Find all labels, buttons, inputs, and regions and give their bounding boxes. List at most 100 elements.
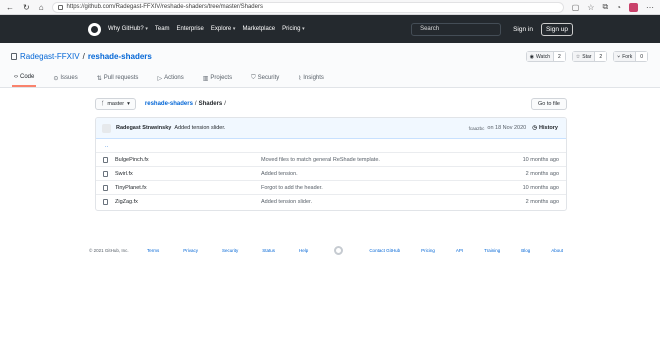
page-footer: © 2021 GitHub, Inc. Terms Privacy Securi… xyxy=(89,246,573,255)
search-input[interactable]: Search xyxy=(411,22,502,36)
repo-name-link[interactable]: reshade-shaders xyxy=(88,52,152,61)
file-list: Radegast Strawinsky Added tension slider… xyxy=(95,117,567,211)
fork-label: Fork xyxy=(622,53,633,60)
tab-pull-requests[interactable]: ⇅ Pull requests xyxy=(95,74,141,87)
fork-icon: ⑂ xyxy=(617,53,621,60)
nav-label: Why GitHub? xyxy=(108,26,144,32)
github-header: Why GitHub? ▾ Team Enterprise Explore ▾ … xyxy=(0,15,660,43)
fork-count: 0 xyxy=(636,52,647,61)
footer-link-pricing[interactable]: Pricing xyxy=(421,248,435,253)
branch-select[interactable]: ᚴ master ▾ xyxy=(95,98,136,110)
commit-hash[interactable]: fcaa2bc xyxy=(469,126,485,131)
nav-label: Explore xyxy=(210,26,232,32)
home-icon[interactable]: ⌂ xyxy=(39,3,44,12)
footer-link-security[interactable]: Security xyxy=(222,248,238,253)
tab-label: Issues xyxy=(60,75,78,81)
avatar[interactable] xyxy=(102,123,111,133)
footer-link-terms[interactable]: Terms xyxy=(147,248,159,253)
nav-enterprise[interactable]: Enterprise xyxy=(177,26,204,32)
footer-link-training[interactable]: Training xyxy=(484,248,500,253)
file-commit-message[interactable]: Forgot to add the header. xyxy=(261,185,509,191)
repo-tabs: ‹› Code ⊙ Issues ⇅ Pull requests ▷ Actions ▥… xyxy=(12,74,326,87)
file-icon xyxy=(103,170,108,177)
graph-icon: ⌇ xyxy=(298,75,302,82)
signin-link[interactable]: Sign in xyxy=(513,26,533,33)
star-icon: ☆ xyxy=(575,53,581,60)
tab-code[interactable]: ‹› Code xyxy=(12,74,37,87)
footer-link-status[interactable]: Status xyxy=(262,248,275,253)
chevron-down-icon: ▾ xyxy=(232,26,236,32)
tab-actions[interactable]: ▷ Actions xyxy=(155,74,185,87)
branch-icon: ᚴ xyxy=(101,101,105,107)
nav-explore[interactable]: Explore ▾ xyxy=(211,26,236,32)
file-name-link[interactable]: TinyPlanet.fx xyxy=(115,185,261,191)
file-name-link[interactable]: ZigZag.fx xyxy=(115,199,261,205)
fork-button[interactable]: ⑂ Fork 0 xyxy=(613,51,648,62)
table-row: Swirl.fx Added tension. 2 months ago xyxy=(96,167,566,181)
tab-insights[interactable]: ⌇ Insights xyxy=(296,74,326,87)
nav-marketplace[interactable]: Marketplace xyxy=(242,26,275,32)
nav-label: Pricing xyxy=(282,26,301,32)
table-row: TinyPlanet.fx Forgot to add the header. … xyxy=(96,181,566,195)
repo-owner-link[interactable]: Radegast-FFXIV xyxy=(20,52,80,61)
file-age: 2 months ago xyxy=(525,199,559,205)
table-row: BulgePinch.fx Moved files to match gener… xyxy=(96,153,566,167)
tab-projects[interactable]: ▥ Projects xyxy=(201,74,234,87)
extension-icon[interactable] xyxy=(629,2,638,12)
repo-separator: / xyxy=(82,52,85,61)
star-count: 2 xyxy=(595,52,607,61)
file-commit-message[interactable]: Moved files to match general ReShade tem… xyxy=(261,157,509,163)
tab-security[interactable]: ⛉ Security xyxy=(249,74,281,87)
file-commit-message[interactable]: Added tension. xyxy=(261,171,509,177)
watch-button[interactable]: ◉ Watch 2 xyxy=(525,51,566,62)
repo-header: Radegast-FFXIV / reshade-shaders ◉ Watch … xyxy=(0,43,660,88)
footer-link-about[interactable]: About xyxy=(551,248,563,253)
history-link[interactable]: ◷ History xyxy=(532,125,558,131)
footer-link-contact[interactable]: Contact GitHub xyxy=(369,248,400,253)
parent-dir-row[interactable]: .. xyxy=(96,139,566,153)
back-icon[interactable]: ← xyxy=(6,3,14,12)
table-row: ZigZag.fx Added tension slider. 2 months… xyxy=(96,195,566,209)
tabs-icon[interactable]: ▢ xyxy=(572,3,580,12)
go-to-file-button[interactable]: Go to file xyxy=(530,98,567,110)
watch-label: Watch xyxy=(536,53,550,60)
nav-pricing[interactable]: Pricing ▾ xyxy=(282,26,305,32)
code-icon: ‹› xyxy=(14,74,18,80)
parent-dir-link[interactable]: .. xyxy=(103,143,108,149)
favorite-icon[interactable]: ☆ xyxy=(587,3,594,12)
watch-count: 2 xyxy=(553,52,565,61)
address-bar[interactable]: https://github.com/Radegast-FFXIV/reshad… xyxy=(51,1,564,13)
file-icon xyxy=(103,156,108,163)
more-icon[interactable]: ⋯ xyxy=(646,3,654,12)
file-name-link[interactable]: Swirl.fx xyxy=(115,171,261,177)
tab-label: Projects xyxy=(210,75,233,81)
collections-icon[interactable]: ⧉ xyxy=(602,2,608,12)
chevron-down-icon: ▾ xyxy=(127,101,130,107)
commit-author[interactable]: Radegast Strawinsky xyxy=(116,125,171,131)
breadcrumb-trailing-separator: / xyxy=(224,101,226,107)
github-logo-icon[interactable] xyxy=(88,22,101,36)
github-mark-icon[interactable] xyxy=(334,246,344,255)
footer-link-blog[interactable]: Blog xyxy=(521,248,530,253)
file-name-link[interactable]: BulgePinch.fx xyxy=(115,157,261,163)
file-icon xyxy=(103,184,108,191)
breadcrumb-repo-link[interactable]: reshade-shaders xyxy=(145,101,193,107)
nav-why-github[interactable]: Why GitHub? ▾ xyxy=(108,26,148,32)
reload-icon[interactable]: ↻ xyxy=(23,3,30,12)
file-age: 10 months ago xyxy=(522,184,559,191)
nav-team[interactable]: Team xyxy=(155,26,170,32)
profile-icon[interactable]: ◔ xyxy=(616,3,621,12)
tab-issues[interactable]: ⊙ Issues xyxy=(51,74,79,87)
star-button[interactable]: ☆ Star 2 xyxy=(571,51,608,62)
commit-message[interactable]: Added tension slider. xyxy=(174,125,225,131)
footer-link-privacy[interactable]: Privacy xyxy=(183,248,198,253)
file-icon xyxy=(103,199,108,205)
footer-link-api[interactable]: API xyxy=(456,248,463,253)
eye-icon: ◉ xyxy=(529,53,534,60)
file-age: 2 months ago xyxy=(525,170,559,177)
chevron-down-icon: ▾ xyxy=(302,26,305,32)
file-commit-message[interactable]: Added tension slider. xyxy=(261,199,509,205)
signup-button[interactable]: Sign up xyxy=(540,22,573,36)
browser-toolbar: ← ↻ ⌂ https://github.com/Radegast-FFXIV/… xyxy=(0,0,660,15)
footer-link-help[interactable]: Help xyxy=(299,248,308,253)
